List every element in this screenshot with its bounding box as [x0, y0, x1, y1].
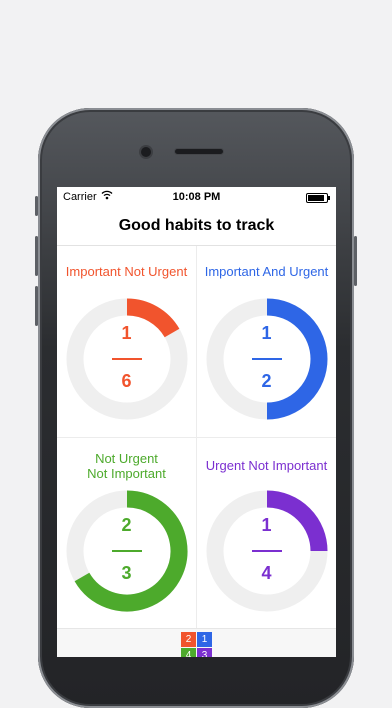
- power-button: [354, 236, 357, 286]
- quadrant-grid: Important Not Urgent 1 6 Important And U…: [57, 246, 336, 629]
- volume-up-button: [35, 236, 38, 276]
- quadrant-important-not-urgent[interactable]: Important Not Urgent 1 6: [57, 246, 197, 438]
- total-count: 3: [121, 563, 132, 583]
- total-count: 4: [261, 563, 272, 583]
- summary-cell: 3: [197, 648, 212, 657]
- quadrant-not-urgent-not-important[interactable]: Not Urgent Not Important 2 3: [57, 438, 197, 629]
- quadrant-summary-icon[interactable]: 2 1 4 3: [181, 632, 213, 657]
- earpiece-speaker: [175, 149, 223, 154]
- quadrant-label: Important Not Urgent: [65, 264, 188, 279]
- bottom-toolbar: 2 1 4 3: [57, 628, 336, 657]
- quadrant-label: Important And Urgent: [204, 264, 329, 279]
- fraction-divider: [112, 550, 142, 552]
- done-count: 1: [261, 515, 272, 535]
- quadrant-important-and-urgent[interactable]: Important And Urgent 1 2: [197, 246, 336, 438]
- app-screen: Carrier 10:08 PM Good habits to track Im…: [57, 187, 336, 657]
- total-count: 2: [261, 371, 272, 391]
- battery-icon: [306, 193, 330, 203]
- total-count: 6: [121, 371, 132, 391]
- quadrant-urgent-not-important[interactable]: Urgent Not Important 1 4: [197, 438, 336, 629]
- done-count: 1: [121, 323, 132, 343]
- volume-down-button: [35, 286, 38, 326]
- mute-switch: [35, 196, 38, 216]
- navigation-bar: Good habits to track: [57, 207, 336, 246]
- done-count: 2: [121, 515, 132, 535]
- front-camera: [141, 147, 151, 157]
- summary-cell: 2: [181, 632, 196, 647]
- status-bar: Carrier 10:08 PM: [57, 187, 336, 207]
- fraction-divider: [252, 550, 282, 552]
- page-title: Good habits to track: [118, 217, 275, 234]
- fraction-divider: [252, 358, 282, 360]
- quadrant-label: Urgent Not Important: [205, 458, 328, 473]
- status-time: 10:08 PM: [172, 191, 221, 203]
- done-count: 1: [261, 323, 272, 343]
- quadrant-label: Not Urgent Not Important: [87, 451, 166, 481]
- summary-cell: 1: [197, 632, 212, 647]
- summary-cell: 4: [181, 648, 196, 657]
- fraction-divider: [112, 358, 142, 360]
